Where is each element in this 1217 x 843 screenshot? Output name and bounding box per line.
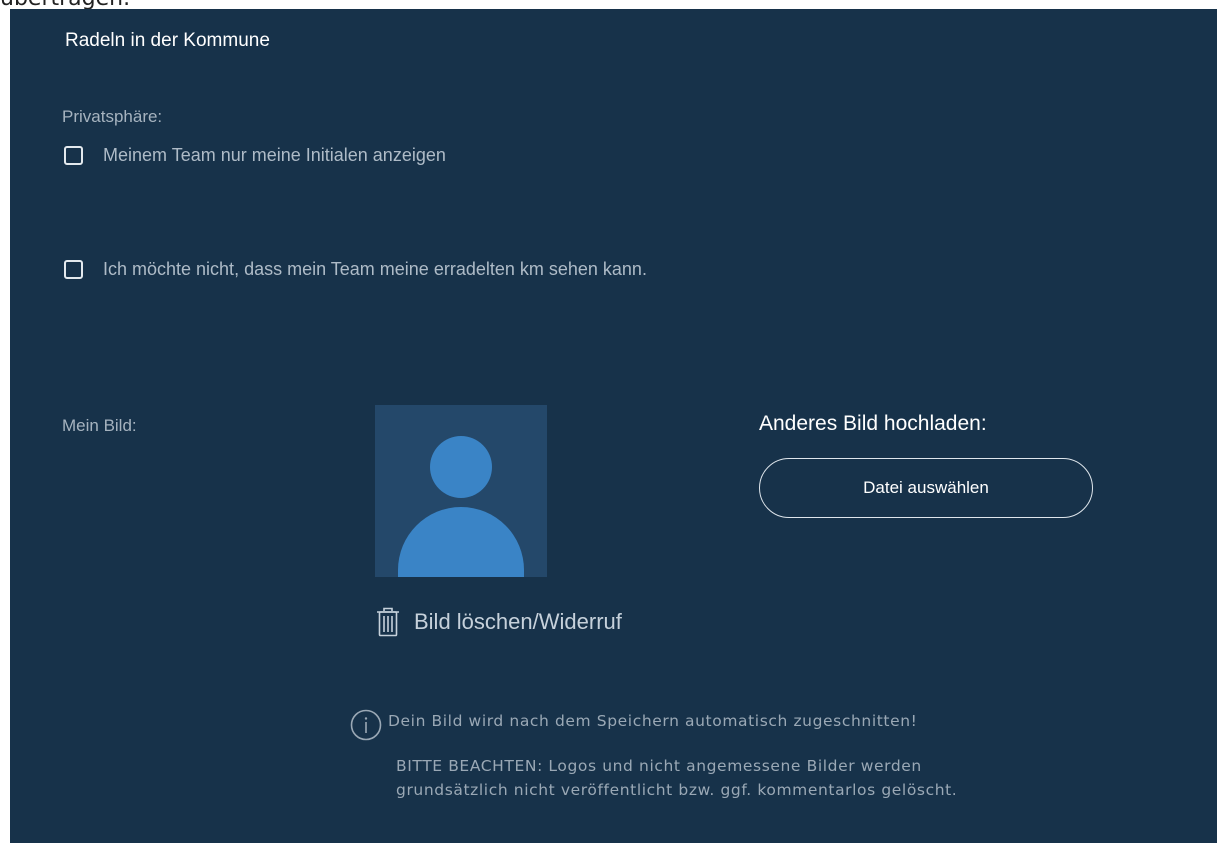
hide-km-label[interactable]: Ich möchte nicht, dass mein Team meine e… — [103, 259, 647, 280]
crop-notice: Dein Bild wird nach dem Speichern automa… — [388, 712, 918, 730]
choose-file-button[interactable]: Datei auswählen — [759, 458, 1093, 518]
notice-line: grundsätzlich nicht veröffentlicht bzw. … — [396, 781, 958, 799]
initials-only-checkbox[interactable] — [64, 146, 83, 165]
notice-line: BITTE BEACHTEN: Logos und nicht angemess… — [396, 757, 922, 775]
user-silhouette-icon — [398, 436, 524, 577]
info-circle-icon — [350, 709, 382, 741]
hide-km-checkbox[interactable] — [64, 260, 83, 279]
initials-only-option[interactable]: Meinem Team nur meine Initialen anzeigen — [64, 145, 446, 166]
upload-title: Anderes Bild hochladen: — [759, 412, 987, 435]
section-title: Radeln in der Kommune — [65, 30, 270, 51]
delete-picture-link[interactable]: Bild löschen/Widerruf — [376, 607, 622, 637]
crop-info: Dein Bild wird nach dem Speichern automa… — [350, 709, 917, 741]
privacy-label: Privatsphäre: — [62, 107, 163, 126]
delete-picture-label[interactable]: Bild löschen/Widerruf — [414, 609, 622, 635]
avatar — [375, 405, 547, 577]
my-picture-label: Mein Bild: — [62, 416, 137, 435]
settings-panel: Radeln in der Kommune Privatsphäre: Mein… — [10, 9, 1217, 843]
hide-km-option[interactable]: Ich möchte nicht, dass mein Team meine e… — [64, 259, 647, 280]
trash-icon[interactable] — [376, 607, 400, 637]
moderation-notice: BITTE BEACHTEN: Logos und nicht angemess… — [396, 754, 957, 802]
initials-only-label[interactable]: Meinem Team nur meine Initialen anzeigen — [103, 145, 446, 166]
